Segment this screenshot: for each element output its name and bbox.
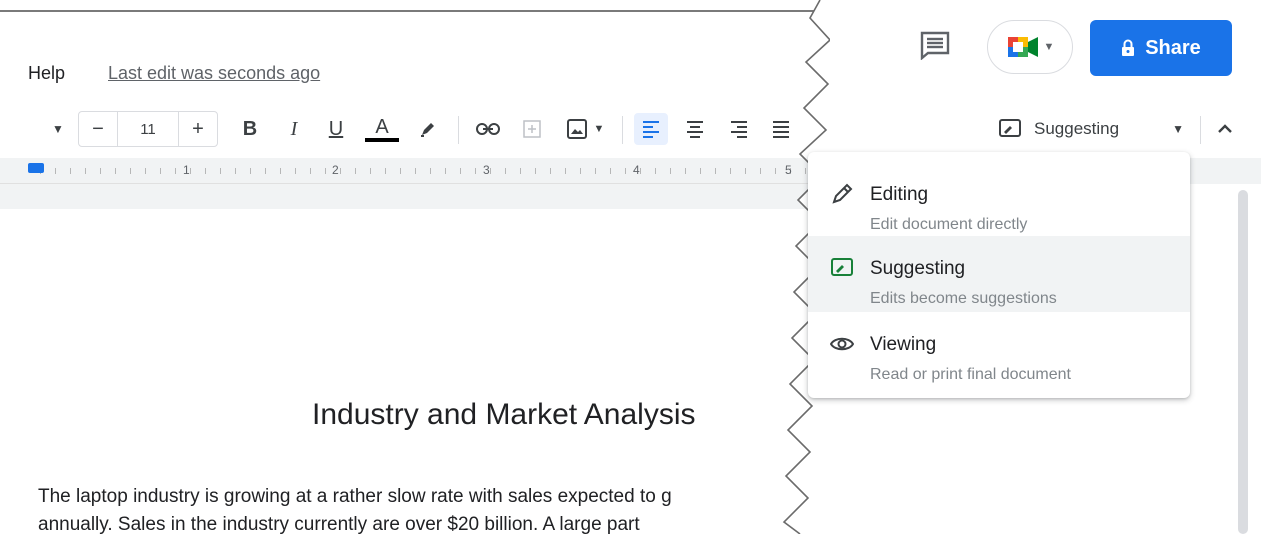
menu-item-editing[interactable]: Editing Edit document directly [808, 162, 1190, 238]
ruler-number: 3 [483, 163, 490, 177]
editing-mode-menu: Editing Edit document directly Suggestin… [808, 152, 1190, 398]
font-dropdown-caret-icon[interactable]: ▼ [48, 113, 68, 145]
insert-image-icon[interactable]: ▼ [560, 113, 610, 145]
toolbar-separator [622, 116, 623, 144]
align-left-icon[interactable] [634, 113, 668, 145]
meet-icon [1007, 37, 1038, 57]
share-label: Share [1145, 36, 1201, 59]
font-size-decrease-button[interactable]: − [79, 118, 117, 141]
menu-item-description: Read or print final document [870, 366, 1071, 383]
meet-button[interactable]: ▼ [987, 20, 1073, 74]
ruler-number: 4 [633, 163, 640, 177]
editing-mode-label: Suggesting [1034, 119, 1120, 138]
chevron-up-icon [1218, 124, 1232, 133]
suggest-icon [831, 258, 853, 276]
toolbar-separator [458, 116, 459, 144]
scrollbar-thumb[interactable] [1238, 190, 1248, 534]
menu-item-suggesting[interactable]: Suggesting Edits become suggestions [808, 236, 1190, 312]
document-paragraph-line: annually. Sales in the industry currentl… [38, 514, 640, 534]
document-title: Industry and Market Analysis [312, 398, 696, 431]
pencil-icon [832, 183, 853, 204]
menu-item-title: Viewing [870, 334, 937, 355]
image-caret-icon: ▼ [593, 123, 605, 135]
menu-help[interactable]: Help [28, 63, 65, 84]
add-comment-icon[interactable] [518, 113, 546, 145]
lock-icon [1122, 39, 1135, 56]
comment-history-icon[interactable] [918, 30, 952, 61]
menu-item-title: Editing [870, 184, 929, 205]
highlight-icon[interactable] [414, 113, 442, 145]
italic-button[interactable]: I [280, 113, 308, 145]
align-right-icon[interactable] [724, 113, 754, 145]
text-color-bar [365, 138, 399, 142]
document-paragraph-line: The laptop industry is growing at a rath… [38, 486, 672, 507]
toolbar-separator [1200, 116, 1201, 144]
font-size-control[interactable]: − 11 + [78, 111, 218, 147]
indent-marker[interactable] [28, 163, 44, 173]
align-center-icon[interactable] [680, 113, 710, 145]
share-button[interactable]: Share [1090, 20, 1232, 76]
menu-item-viewing[interactable]: Viewing Read or print final document [808, 312, 1190, 388]
menu-item-description: Edits become suggestions [870, 290, 1057, 307]
chevron-down-icon: ▼ [1172, 122, 1184, 136]
ruler-number: 2 [332, 163, 339, 177]
text-color-button[interactable]: A [364, 113, 400, 145]
ruler-ticks [40, 168, 810, 174]
last-edit-link[interactable]: Last edit was seconds ago [108, 63, 320, 84]
font-size-input[interactable]: 11 [117, 112, 179, 146]
text-color-label: A [375, 116, 389, 138]
meet-caret-icon: ▼ [1043, 41, 1055, 53]
hide-menus-button[interactable] [1210, 113, 1240, 145]
underline-button[interactable]: U [322, 113, 350, 145]
eye-icon [830, 337, 854, 351]
menu-item-title: Suggesting [870, 258, 966, 279]
bold-button[interactable]: B [236, 113, 264, 145]
font-size-increase-button[interactable]: + [179, 118, 217, 141]
suggest-icon [999, 119, 1021, 137]
link-icon[interactable] [472, 113, 504, 145]
menu-item-description: Edit document directly [870, 216, 1028, 233]
editing-mode-select[interactable]: Suggesting ▼ [990, 110, 1190, 148]
ruler-number: 1 [183, 163, 190, 177]
